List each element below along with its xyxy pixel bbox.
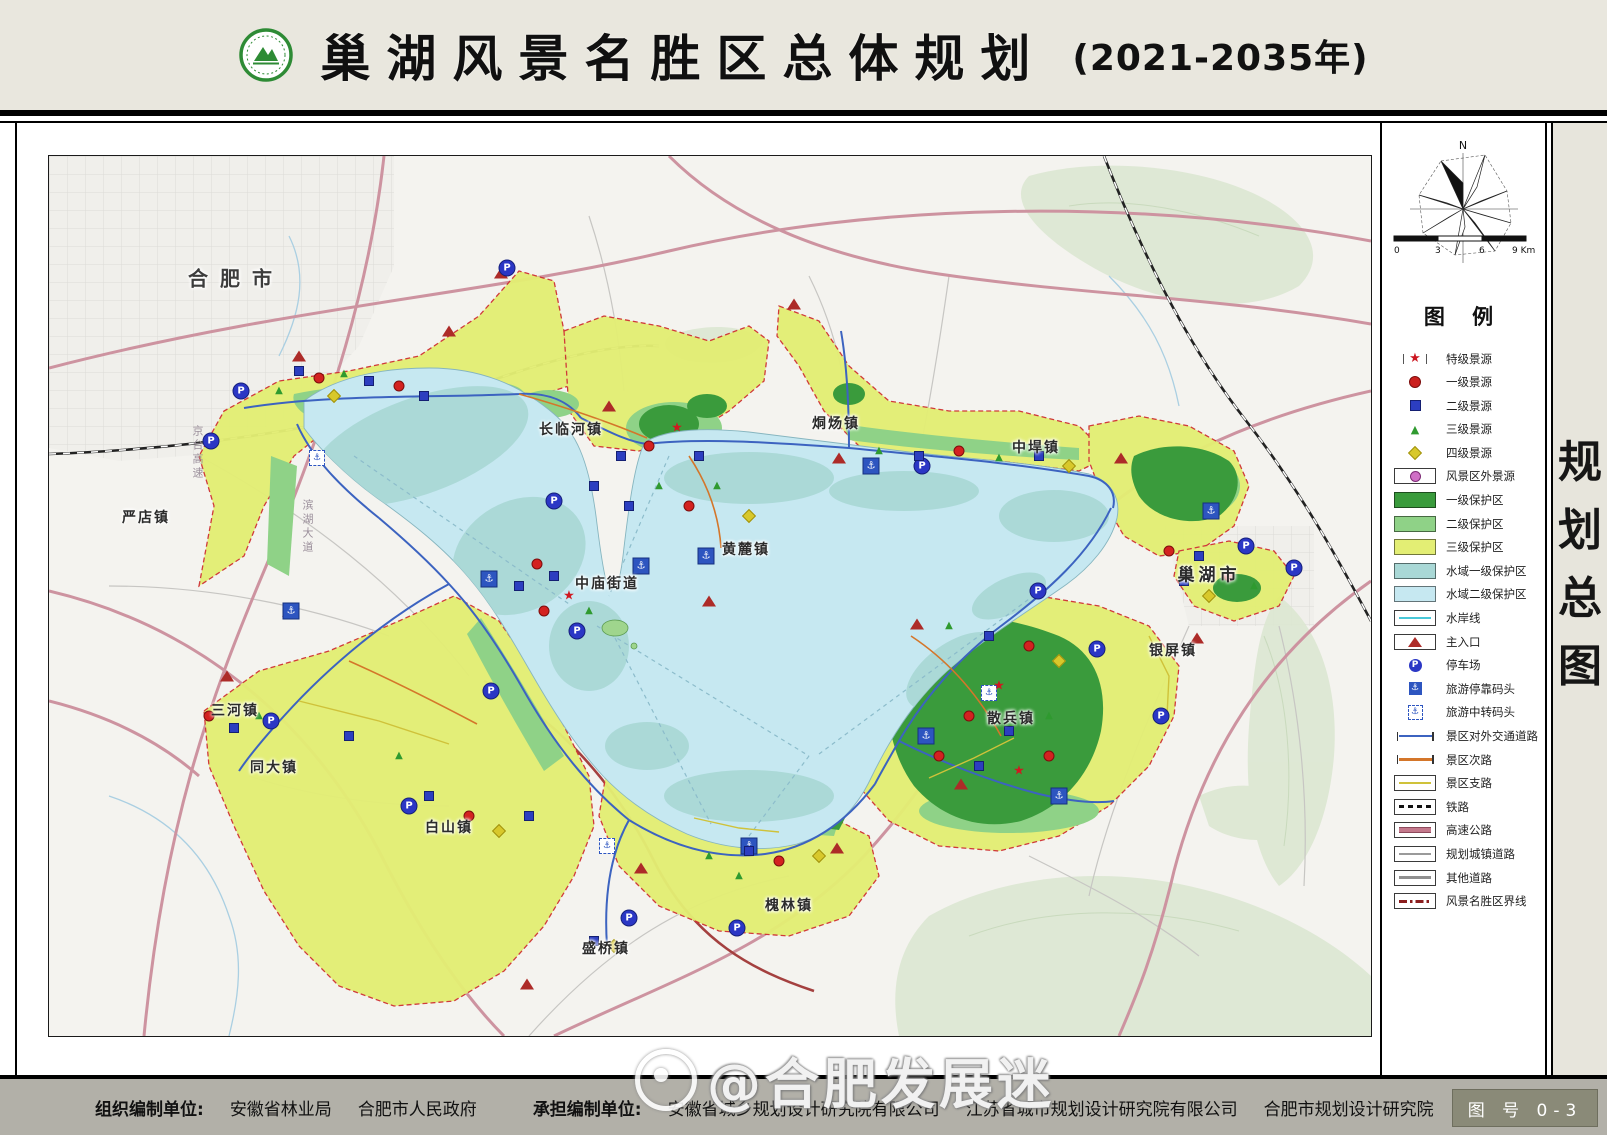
legend-row: 二级景源 xyxy=(1392,398,1538,413)
org-label: 组织编制单位: xyxy=(95,1095,204,1120)
sheet-number-badge: 图 号 0-3 xyxy=(1452,1089,1598,1127)
town-label: 白山镇 xyxy=(425,817,473,837)
outside-resource-icon xyxy=(1410,471,1421,482)
header: 巢湖风景名胜区总体规划 (2021-2035年) xyxy=(0,0,1607,110)
town-label: 长临河镇 xyxy=(539,419,603,439)
legend-row: 风景区外景源 xyxy=(1392,469,1538,484)
svg-text:6: 6 xyxy=(1479,246,1485,256)
scenic-boundary-icon xyxy=(1399,900,1431,903)
watermark: @合肥发展迷 xyxy=(635,1040,1055,1119)
town-label: 同大镇 xyxy=(250,757,298,777)
side-title-char: 规 xyxy=(1558,441,1602,485)
external-road-icon xyxy=(1399,735,1432,737)
legend-row: 景区次路 xyxy=(1392,752,1538,767)
town-label: 银屏镇 xyxy=(1149,640,1197,660)
svg-text:N: N xyxy=(1459,139,1467,152)
planning-map: PPPPPPPPPPPPPPPP⚓⚓⚓⚓⚓⚓⚓⚓⚓⚓⚓⚓▲▲★▲▲★▲▲▲▲▲★… xyxy=(48,155,1372,1037)
legend-row: 水域二级保护区 xyxy=(1392,587,1538,602)
town-label: 中庙街道 xyxy=(575,573,639,593)
town-label: 烔炀镇 xyxy=(812,413,860,433)
legend-row: ▲ 三级景源 xyxy=(1392,422,1538,437)
legend-row: ⚓ 旅游中转码头 xyxy=(1392,705,1538,720)
legend-row: ★ 特级景源 xyxy=(1392,351,1538,366)
level1-resource-icon xyxy=(1409,376,1421,388)
side-title-char: 总 xyxy=(1558,577,1602,621)
level4-resource-icon xyxy=(1408,446,1422,460)
svg-text:9 Km: 9 Km xyxy=(1512,246,1535,256)
parking-icon: P xyxy=(1409,659,1422,672)
page-title: 巢湖风景名胜区总体规划 xyxy=(320,19,1046,91)
legend-row: 风景名胜区界线 xyxy=(1392,894,1538,909)
legend-row: 景区对外交通道路 xyxy=(1392,729,1538,744)
legend-panel: N 0 3 6 9 Km 图 例 xyxy=(1380,123,1547,1075)
weibo-icon xyxy=(635,1049,697,1111)
town-label: 中垾镇 xyxy=(1012,437,1060,457)
legend-row: 二级保护区 xyxy=(1392,516,1538,531)
level3-zone-swatch xyxy=(1394,539,1436,555)
map-label-layer: 合肥市严店镇 长临河镇 烔炀镇中垾镇黄麓镇中庙街道三河镇同大镇白山镇盛桥镇 槐林镇 散兵… xyxy=(49,156,1371,1036)
org-value: 安徽省林业局 xyxy=(230,1095,332,1120)
star-resource-icon: ★ xyxy=(1409,352,1421,365)
scenic-area-logo-icon xyxy=(238,27,294,83)
legend-row: 铁路 xyxy=(1392,799,1538,814)
legend-row: 水域一级保护区 xyxy=(1392,563,1538,578)
level2-resource-icon xyxy=(1410,400,1421,411)
legend-row: 主入口 xyxy=(1392,634,1538,649)
water-level1-swatch xyxy=(1394,563,1436,579)
town-label: 巢湖市 xyxy=(1178,561,1241,586)
level3-resource-icon: ▲ xyxy=(1411,424,1419,435)
content-area: PPPPPPPPPPPPPPPP⚓⚓⚓⚓⚓⚓⚓⚓⚓⚓⚓⚓▲▲★▲▲★▲▲▲▲▲★… xyxy=(0,123,1607,1075)
watermark-text: @合肥发展迷 xyxy=(707,1040,1055,1119)
other-road-icon xyxy=(1399,876,1431,879)
legend-row: 三级保护区 xyxy=(1392,540,1538,555)
planned-town-road-icon xyxy=(1399,853,1431,854)
legend-row: ⚓ 旅游停靠码头 xyxy=(1392,681,1538,696)
town-label: 三河镇 xyxy=(211,700,259,720)
frame-top-thick-line xyxy=(0,110,1607,116)
legend-row: 其他道路 xyxy=(1392,870,1538,885)
side-title-char: 图 xyxy=(1558,645,1602,689)
scale-bar: 0 3 6 9 Km xyxy=(1392,231,1538,257)
legend-row: 一级景源 xyxy=(1392,375,1538,390)
transfer-dock-icon: ⚓ xyxy=(1408,705,1423,720)
road-label: 滨湖大道 xyxy=(299,499,315,555)
dock-icon: ⚓ xyxy=(1409,682,1422,695)
secondary-road-icon xyxy=(1399,758,1432,760)
town-label: 合肥市 xyxy=(188,263,284,292)
resp-value: 合肥市规划设计研究院 xyxy=(1264,1095,1434,1120)
railway-icon xyxy=(1399,805,1431,808)
side-title-char: 划 xyxy=(1558,509,1602,553)
legend-row: 水岸线 xyxy=(1392,611,1538,626)
legend-row: 规划城镇道路 xyxy=(1392,846,1538,861)
page-subtitle: (2021-2035年) xyxy=(1072,29,1368,81)
frame-left-line xyxy=(15,123,17,1075)
legend-row: 一级保护区 xyxy=(1392,493,1538,508)
resp-label: 承担编制单位: xyxy=(533,1095,642,1120)
legend-items: ★ 特级景源 一级景源 二级景源 ▲ 三级景源 四级景源 风景区外景源 一级保护… xyxy=(1392,351,1538,909)
legend-row: P 停车场 xyxy=(1392,658,1538,673)
legend-title: 图 例 xyxy=(1382,301,1545,331)
level2-zone-swatch xyxy=(1394,516,1436,532)
org-value: 合肥市人民政府 xyxy=(358,1095,477,1120)
road-label: 京台高速 xyxy=(189,425,205,481)
shoreline-icon xyxy=(1399,617,1431,619)
water-level2-swatch xyxy=(1394,586,1436,602)
svg-text:0: 0 xyxy=(1394,246,1400,256)
side-title-strip: 规 划 总 图 xyxy=(1551,123,1607,1075)
level1-zone-swatch xyxy=(1394,492,1436,508)
town-label: 严店镇 xyxy=(122,507,170,527)
svg-text:3: 3 xyxy=(1435,246,1441,256)
town-label: 散兵镇 xyxy=(987,708,1035,728)
highway-icon xyxy=(1399,827,1431,833)
legend-row: 高速公路 xyxy=(1392,823,1538,838)
main-entrance-icon xyxy=(1408,637,1422,647)
legend-row: 景区支路 xyxy=(1392,776,1538,791)
branch-road-icon xyxy=(1399,782,1431,784)
town-label: 槐林镇 xyxy=(765,895,813,915)
town-label: 盛桥镇 xyxy=(582,938,630,958)
town-label: 黄麓镇 xyxy=(722,539,770,559)
legend-row: 四级景源 xyxy=(1392,445,1538,460)
